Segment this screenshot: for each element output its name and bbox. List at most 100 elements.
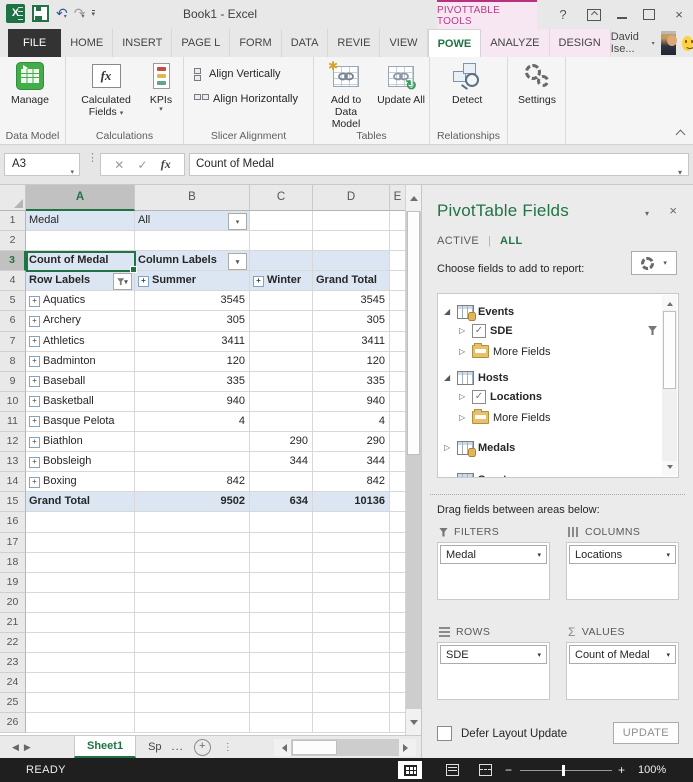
summer-value-cell[interactable]: 940 [135, 391, 250, 412]
cell-a4[interactable]: Row Labels ▾ [26, 271, 135, 292]
tab-view[interactable]: VIEW [380, 29, 428, 57]
user-avatar[interactable] [660, 31, 677, 55]
expand-icon[interactable]: + [29, 336, 40, 348]
hidden-sheets-indicator[interactable]: ... [172, 741, 184, 753]
winter-value-cell[interactable] [250, 371, 313, 392]
vertical-scrollbar-thumb[interactable] [407, 211, 420, 455]
winter-value-cell[interactable] [250, 411, 313, 433]
expand-formula-bar-icon[interactable]: ▾ [678, 162, 682, 183]
collapse-ribbon-icon[interactable] [675, 128, 685, 138]
field-table-hosts[interactable]: ◢ Hosts [438, 368, 666, 387]
expand-icon[interactable]: + [29, 476, 40, 488]
expand-icon[interactable]: + [29, 416, 40, 428]
expand-icon[interactable]: + [253, 275, 264, 287]
sport-cell[interactable]: + Badminton [26, 351, 135, 372]
defer-checkbox[interactable] [437, 726, 452, 741]
page-break-view-button[interactable] [473, 761, 497, 779]
row-header[interactable]: 23 [0, 653, 26, 674]
summer-value-cell[interactable]: 335 [135, 371, 250, 392]
expand-tree-icon[interactable]: ▷ [444, 475, 453, 477]
field-locations[interactable]: ▷ ✓ Locations [438, 387, 678, 406]
sport-cell[interactable]: + Biathlon [26, 432, 135, 453]
expand-icon[interactable]: + [29, 295, 40, 307]
horizontal-scrollbar-thumb[interactable] [292, 740, 337, 755]
collapse-tree-icon[interactable]: ◢ [444, 307, 453, 316]
expand-icon[interactable]: + [138, 275, 149, 287]
sport-cell[interactable]: + Athletics [26, 331, 135, 352]
tools-gear-button[interactable]: ▾ [631, 251, 677, 275]
row-labels-filter-icon[interactable]: ▾ [113, 273, 132, 291]
sheet-nav-icons[interactable]: ◀ ▶ [12, 742, 34, 753]
total-value-cell[interactable]: 344 [313, 452, 390, 473]
calculated-fields-button[interactable]: fx Calculated Fields ▾ [74, 60, 138, 120]
expand-icon[interactable]: + [29, 376, 40, 388]
cell-c4[interactable]: + Winter [250, 271, 313, 292]
cell-d4[interactable]: Grand Total [313, 271, 390, 292]
collapse-tree-icon[interactable]: ◢ [444, 373, 453, 382]
values-field-chip[interactable]: Count of Medal ▾ [569, 645, 676, 664]
summer-value-cell[interactable]: 842 [135, 472, 250, 493]
summer-value-cell[interactable]: 3545 [135, 291, 250, 312]
row-header[interactable]: 7 [0, 331, 26, 352]
column-header-d[interactable]: D [313, 185, 390, 211]
row-header[interactable]: 19 [0, 572, 26, 593]
winter-value-cell[interactable] [250, 391, 313, 412]
winter-value-cell[interactable] [250, 472, 313, 493]
sheet-tab-sheet1[interactable]: Sheet1 [74, 736, 137, 758]
row-header[interactable]: 14 [0, 472, 26, 493]
normal-view-button[interactable] [398, 761, 422, 779]
winter-value-cell[interactable]: 290 [250, 432, 313, 453]
select-all-corner[interactable] [0, 185, 26, 211]
row-header[interactable]: 11 [0, 411, 26, 433]
update-button[interactable]: UPDATE [612, 722, 679, 744]
settings-button[interactable]: Settings [516, 60, 558, 106]
rows-area-box[interactable]: SDE ▾ [437, 642, 550, 700]
zoom-slider-thumb[interactable] [562, 765, 565, 776]
row-header[interactable]: 2 [0, 231, 26, 252]
tab-data[interactable]: DATA [282, 29, 329, 57]
summer-value-cell[interactable]: 3411 [135, 331, 250, 352]
row-header[interactable]: 3 [0, 251, 26, 272]
sport-cell[interactable]: + Archery [26, 311, 135, 332]
row-header[interactable]: 10 [0, 391, 26, 412]
total-value-cell[interactable]: 290 [313, 432, 390, 453]
grand-total-summer[interactable]: 9502 [135, 492, 250, 513]
filters-area-box[interactable]: Medal ▾ [437, 542, 550, 600]
column-header-e[interactable]: E [390, 185, 405, 211]
tab-active-fields[interactable]: ACTIVE [437, 235, 479, 247]
row-header[interactable]: 5 [0, 291, 26, 312]
cancel-entry-icon[interactable]: ✕ [114, 158, 124, 172]
total-value-cell[interactable]: 4 [313, 411, 390, 433]
expand-tree-icon[interactable]: ▷ [444, 443, 453, 452]
expand-icon[interactable]: + [29, 315, 40, 327]
tab-powerpivot[interactable]: POWE [427, 29, 482, 57]
field-table-medals[interactable]: ▷ Medals [438, 438, 666, 457]
checkbox-checked-icon[interactable]: ✓ [472, 389, 486, 404]
summer-value-cell[interactable]: 305 [135, 311, 250, 332]
column-header-c[interactable]: C [250, 185, 313, 211]
expand-icon[interactable]: + [29, 436, 40, 448]
cell-b3[interactable]: Column Labels ▾ [135, 251, 250, 272]
summer-value-cell[interactable]: 4 [135, 411, 250, 433]
scroll-down-icon[interactable] [406, 709, 421, 735]
total-value-cell[interactable]: 120 [313, 351, 390, 372]
zoom-out-icon[interactable]: − [505, 763, 512, 777]
winter-value-cell[interactable] [250, 311, 313, 332]
feedback-smiley-icon[interactable] [682, 35, 693, 51]
row-header[interactable]: 20 [0, 592, 26, 613]
sheet-tab-partial[interactable]: Sp [142, 741, 167, 753]
filters-field-chip[interactable]: Medal ▾ [440, 545, 547, 564]
winter-value-cell[interactable] [250, 351, 313, 372]
expand-tree-icon[interactable]: ▷ [459, 413, 468, 422]
tab-analyze[interactable]: ANALYZE [481, 29, 550, 57]
manage-button[interactable]: Manage [11, 60, 49, 106]
row-header[interactable]: 8 [0, 351, 26, 372]
row-header[interactable]: 12 [0, 432, 26, 453]
restore-button[interactable] [643, 9, 655, 20]
zoom-in-icon[interactable]: + [618, 763, 625, 777]
row-header[interactable]: 18 [0, 552, 26, 573]
tab-file[interactable]: FILE [8, 29, 62, 57]
sport-cell[interactable]: + Basque Pelota [26, 411, 135, 433]
column-header-b[interactable]: B [135, 185, 250, 211]
tab-design[interactable]: DESIGN [549, 29, 611, 57]
